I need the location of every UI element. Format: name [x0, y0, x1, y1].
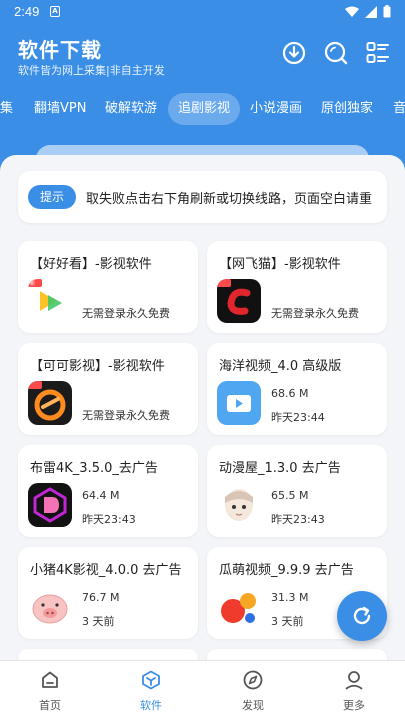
wifi-icon: [345, 6, 359, 17]
haohaokan-logo: 新: [28, 279, 72, 323]
status-bar: 2:49 A: [0, 0, 405, 24]
app-card[interactable]: 【可可影视】-影视软件 无需登录永久免费: [18, 343, 198, 435]
app-name: 【可可影视】-影视软件: [30, 359, 165, 374]
app-name: 【网飞猫】-影视软件: [219, 257, 341, 272]
dongmanwu-logo: [217, 483, 261, 527]
svg-text:新: 新: [30, 280, 35, 287]
status-time: 2:49: [14, 4, 40, 19]
haiyang-logo: [217, 381, 261, 425]
nav-label: 软件: [140, 699, 162, 712]
tab-cracked-games[interactable]: 破解软游: [105, 93, 157, 125]
app-time: 3 天前: [271, 615, 304, 628]
app-time: 3 天前: [82, 615, 115, 628]
tab-film-tv[interactable]: 追剧影视: [168, 93, 241, 125]
app-name: 【好好看】-影视软件: [30, 257, 152, 272]
signal-icon: [365, 5, 377, 18]
bottom-nav: 首页 软件 发现 更多: [0, 660, 405, 720]
nav-label: 发现: [242, 699, 264, 712]
app-card[interactable]: 海洋视频_4.0 高级版 68.6 M 昨天23:44: [207, 343, 387, 435]
app-desc: 无需登录永久免费: [82, 409, 170, 422]
download-icon[interactable]: [281, 40, 307, 66]
software-icon: [142, 670, 160, 690]
refresh-icon: [353, 606, 371, 625]
app-size: 31.3 M: [271, 591, 309, 604]
list-menu-icon[interactable]: [365, 40, 391, 66]
notice-bar: 提示 取失败点击右下角刷新或切换线路，页面空白请重: [18, 171, 387, 223]
app-size: 65.5 M: [271, 489, 309, 502]
app-card[interactable]: 动漫屋_1.3.0 去广告 65.5 M 昨天23:43: [207, 445, 387, 537]
header-actions: [281, 40, 391, 66]
tab-original[interactable]: 原创独家: [321, 93, 373, 125]
nav-label: 更多: [343, 699, 365, 712]
search-icon[interactable]: [323, 40, 349, 66]
app-name: 小猪4K影视_4.0.0 去广告: [30, 563, 182, 578]
battery-icon: [383, 5, 391, 18]
app-card[interactable]: 布雷4K_3.5.0_去广告 64.4 M 昨天23:43: [18, 445, 198, 537]
app-card[interactable]: 小猪4K影视_4.0.0 去广告 76.7 M 3 天前: [18, 547, 198, 639]
app-name: 瓜萌视频_9.9.9 去广告: [219, 563, 354, 578]
nav-software[interactable]: 软件: [121, 669, 181, 713]
app-card[interactable]: 【好好看】-影视软件 新 无需登录永久免费: [18, 241, 198, 333]
keke-logo: [28, 381, 72, 425]
compass-icon: [243, 670, 263, 690]
notice-message: 取失败点击右下角刷新或切换线路，页面空白请重: [86, 192, 373, 207]
wangfeimao-logo: [217, 279, 261, 323]
app-name: 海洋视频_4.0 高级版: [219, 359, 342, 374]
pig-logo: [28, 585, 72, 629]
home-icon: [42, 671, 58, 688]
app-name: 布雷4K_3.5.0_去广告: [30, 461, 158, 476]
bulei-logo: [28, 483, 72, 527]
app-size: 64.4 M: [82, 489, 120, 502]
nav-home[interactable]: 首页: [20, 669, 80, 713]
app-time: 昨天23:43: [82, 513, 136, 526]
system-icons: [345, 5, 391, 18]
tab-novel-comic[interactable]: 小说漫画: [250, 93, 302, 125]
nav-label: 首页: [39, 699, 61, 712]
app-desc: 无需登录永久免费: [271, 307, 359, 320]
page-subtitle: 软件皆为网上采集|非自主开发: [18, 64, 165, 77]
notice-tag: 提示: [28, 185, 76, 209]
tab-partial-left[interactable]: 集: [0, 93, 13, 125]
category-tabs: 集 翻墙VPN 破解软游 追剧影视 小说漫画 原创独家 音: [0, 93, 405, 125]
page-title: 软件下载: [18, 38, 102, 62]
app-size: 68.6 M: [271, 387, 309, 400]
notification-icon: A: [50, 6, 60, 17]
nav-discover[interactable]: 发现: [223, 669, 283, 713]
tab-vpn[interactable]: 翻墙VPN: [34, 93, 86, 125]
nav-more[interactable]: 更多: [324, 669, 384, 713]
app-desc: 无需登录永久免费: [82, 307, 170, 320]
refresh-button[interactable]: [337, 591, 387, 641]
app-time: 昨天23:44: [271, 411, 325, 424]
user-icon: [345, 671, 363, 690]
app-time: 昨天23:43: [271, 513, 325, 526]
app-size: 76.7 M: [82, 591, 120, 604]
app-name: 动漫屋_1.3.0 去广告: [219, 461, 341, 476]
tab-partial-right[interactable]: 音: [393, 93, 405, 125]
guameng-logo: [217, 585, 261, 629]
app-card[interactable]: 【网飞猫】-影视软件 无需登录永久免费: [207, 241, 387, 333]
